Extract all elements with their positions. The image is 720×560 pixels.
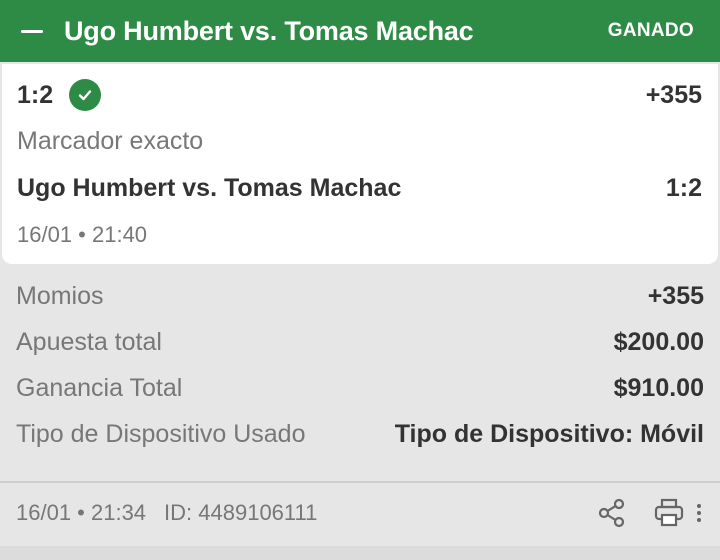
event-name: Ugo Humbert vs. Tomas Machac [17, 173, 402, 202]
bet-id: ID: 4489106111 [164, 500, 318, 525]
summary-label: Apuesta total [16, 327, 162, 356]
selection-row: 1:2 +355 [17, 78, 702, 112]
event-result: 1:2 [665, 173, 702, 202]
market-name: Marcador exacto [17, 126, 204, 155]
summary-row-stake: Apuesta total $200.00 [16, 322, 704, 362]
header-title: Ugo Humbert vs. Tomas Machac [64, 15, 474, 46]
market-row: Marcador exacto [17, 124, 702, 158]
footer-divider [0, 481, 720, 483]
selection-odds: +355 [645, 80, 702, 109]
status-badge: GANADO [607, 20, 694, 41]
event-row: Ugo Humbert vs. Tomas Machac 1:2 [17, 170, 702, 206]
share-icon[interactable] [596, 497, 628, 529]
selection-pick: 1:2 [17, 80, 54, 109]
minus-icon [21, 29, 43, 33]
summary-value: $910.00 [613, 373, 704, 402]
summary-value: $200.00 [613, 327, 704, 356]
summary-value: Tipo de Dispositivo: Móvil [394, 419, 704, 448]
event-time-row: 16/01 • 21:40 [17, 220, 702, 250]
more-vertical-icon[interactable] [694, 497, 704, 529]
bet-header: Ugo Humbert vs. Tomas Machac GANADO [0, 0, 720, 62]
selection-card: 1:2 +355 Marcador exacto Ugo Humbert vs.… [2, 64, 718, 264]
bet-footer: 16/01 • 21:34 ID: 4489106111 [16, 490, 704, 536]
summary-row-device: Tipo de Dispositivo Usado Tipo de Dispos… [16, 414, 704, 454]
check-circle-icon [69, 79, 102, 111]
summary-label: Ganancia Total [16, 373, 183, 402]
collapse-button[interactable] [0, 0, 64, 62]
summary-label: Tipo de Dispositivo Usado [16, 419, 306, 448]
summary-value: +355 [647, 281, 704, 310]
event-time: 16/01 • 21:40 [17, 222, 148, 247]
summary-row-odds: Momios +355 [16, 276, 704, 316]
bottom-edge [0, 546, 720, 560]
summary-label: Momios [16, 281, 104, 310]
print-icon[interactable] [652, 497, 686, 529]
summary-row-winnings: Ganancia Total $910.00 [16, 368, 704, 408]
placed-time: 16/01 • 21:34 [16, 500, 147, 525]
